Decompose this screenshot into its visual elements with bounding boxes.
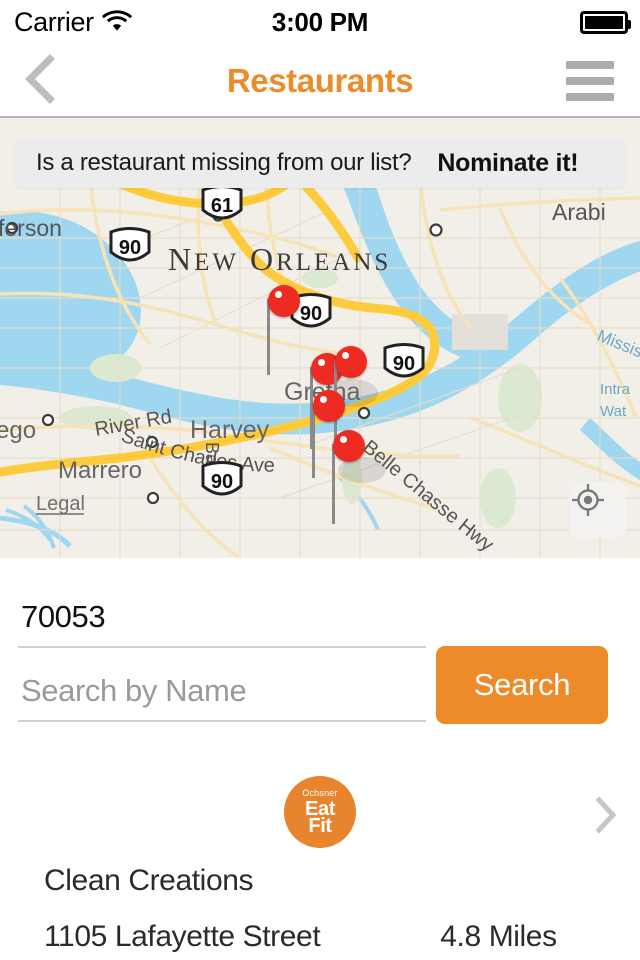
battery-icon	[580, 10, 631, 34]
page-title: Restaurants	[226, 62, 414, 99]
nominate-it-link[interactable]: Nominate it!	[437, 149, 578, 178]
status-bar-right	[580, 0, 631, 44]
name-search-input[interactable]: Search by Name	[18, 670, 426, 722]
restaurant-meta: 1105 Lafayette Street 4.8 Miles	[0, 920, 640, 954]
nominate-banner-question: Is a restaurant missing from our list?	[36, 149, 412, 176]
eat-fit-badge-wrap: Ochsner Eat Fit	[0, 776, 640, 848]
locate-me-button[interactable]	[570, 482, 626, 538]
search-fields: 70053 Search by Name	[18, 596, 426, 722]
chevron-right-icon[interactable]	[594, 796, 618, 839]
zip-search-value: 70053	[21, 599, 106, 634]
eat-fit-badge-icon: Ochsner Eat Fit	[284, 776, 356, 848]
name-search-placeholder: Search by Name	[21, 673, 247, 708]
status-bar-time: 3:00 PM	[271, 6, 369, 37]
status-bar: Carrier 3:00 PM	[0, 0, 640, 44]
eat-fit-line2: Fit	[308, 814, 332, 837]
search-button[interactable]: Search	[436, 646, 608, 724]
navigation-bar: Restaurants	[0, 44, 640, 118]
search-form: 70053 Search by Name Search	[0, 558, 640, 758]
restaurant-name: Clean Creations	[44, 864, 254, 897]
map-view[interactable]: NEW ORLEANS Arabi ferson Gretna Harvey M…	[0, 118, 640, 558]
zip-search-input[interactable]: 70053	[18, 596, 426, 648]
eat-fit-brand-label: Ochsner	[302, 787, 338, 798]
hamburger-menu-icon[interactable]	[558, 44, 622, 118]
list-item[interactable]: Ochsner Eat Fit Clean Creations 1105 Laf…	[0, 758, 640, 954]
restaurant-results-list: Ochsner Eat Fit Clean Creations 1105 Laf…	[0, 758, 640, 954]
restaurant-distance: 4.8 Miles	[440, 920, 557, 953]
restaurant-address: 1105 Lafayette Street	[44, 920, 321, 953]
nominate-banner[interactable]: Is a restaurant missing from our list? N…	[14, 138, 626, 188]
